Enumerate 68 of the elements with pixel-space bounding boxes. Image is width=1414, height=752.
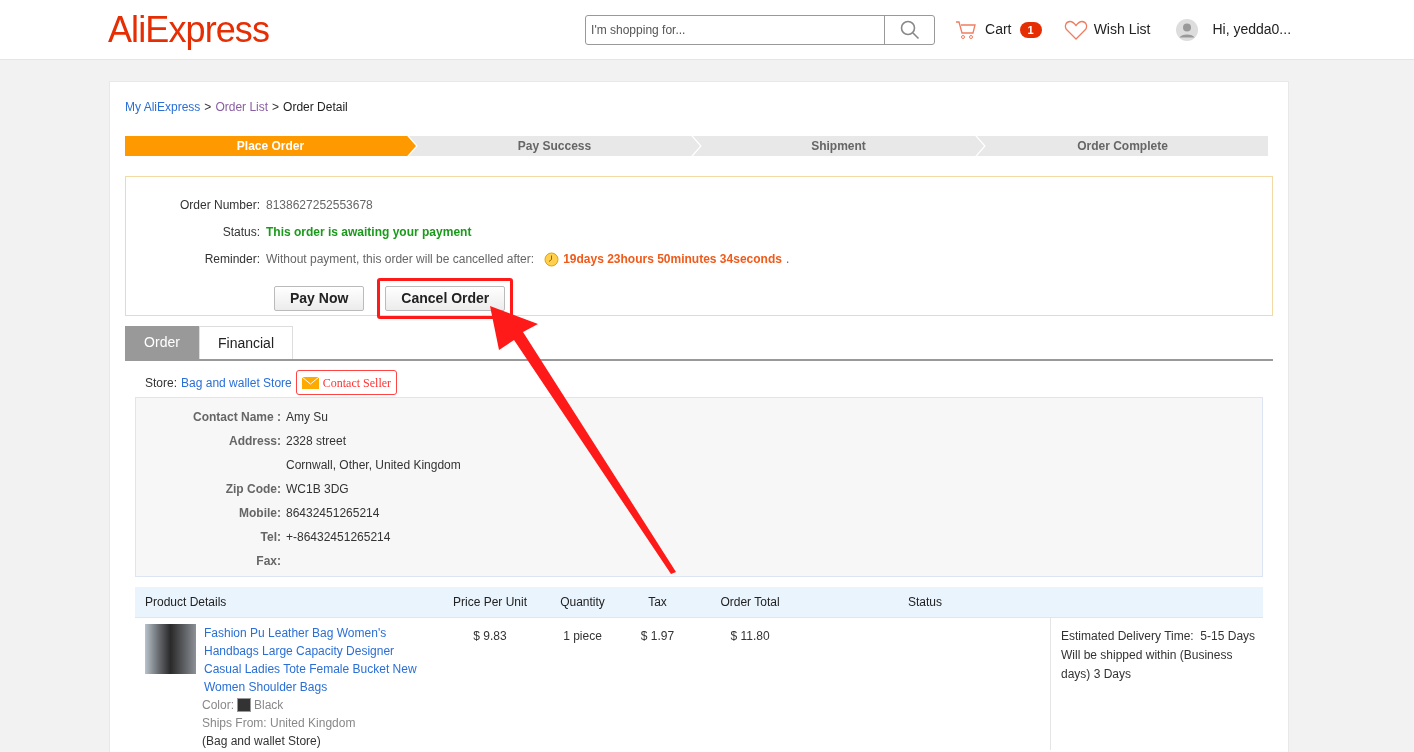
order-action-button[interactable]: Pay Now [274,286,365,311]
column-header: Tax [647,594,668,611]
progress-step: Place Order [125,136,416,156]
breadcrumb-separator: > [272,99,280,116]
breadcrumb-separator: > [204,99,212,116]
color-swatch-photo [237,698,251,712]
contact-field-label: Fax: [255,553,281,570]
unit-price: $ 9.83 [472,628,508,645]
search-icon [899,19,920,40]
wish-list-link[interactable]: Wish List [1063,18,1151,41]
search-input[interactable]: I'm shopping for... [586,15,885,44]
reminder-text: Without payment, this order will be cancelled after: [266,251,535,268]
order-total-cell-text: $ 11.80 [729,628,771,645]
contact-seller-button[interactable]: Contact Seller [295,370,398,395]
aliexpress-logo[interactable]: AliExpress [108,11,270,48]
cart-icon [955,19,978,40]
tax-cell-text: $ 1.97 [639,628,676,645]
contact-field-label: Tel: [259,529,281,546]
order-action-button[interactable]: Cancel Order [385,286,506,311]
shipping-time-text: Will be shipped within (Business days) 3 Days [1061,647,1234,683]
contact-field-label: Address: [228,433,281,450]
column-header: Product Details [144,594,228,611]
clock-icon [544,251,560,267]
color-value: Black [254,697,284,714]
product-title-link[interactable]: Fashion Pu Leather Bag Women's Handbags Large Capacity Designer Casual Ladies Tote Female Bucket New Women Shoulder Bags [204,624,419,696]
user-menu[interactable]: Hi, yedda0... [1176,18,1292,41]
search-field[interactable]: I'm shopping for... [585,14,936,45]
avatar-icon [1176,18,1199,41]
order-number: 8138627252553678 [266,197,374,214]
contact-field-value: 86432451265214 [286,505,381,522]
cart-link[interactable]: Cart 1 [955,19,1042,40]
quantity-cell-text: 1 piece [562,628,603,645]
cart-label: Cart [985,20,1012,39]
envelope-icon [301,376,319,389]
photo-placeholder [145,624,196,674]
contact-field-value: 2328 street [286,433,348,450]
store-label: Store: [145,374,177,392]
section-tab[interactable]: Financial [199,326,293,359]
contact-field-label: Zip Code: [224,481,281,498]
progress-step: Order Complete [977,136,1268,156]
countdown-timer: 19days 23hours 50minutes 34seconds [563,251,782,268]
column-header: Price Per Unit [452,594,528,611]
column-header: Order Total [719,594,781,611]
delivery-time-text: Estimated Delivery Time: 5-15 Days [1061,628,1257,645]
order-status: This order is awaiting your payment [266,224,473,241]
column-header: Quantity [559,594,606,611]
contact-field-value: Cornwall, Other, United Kingdom [286,457,462,474]
color-label: Color: [202,697,234,714]
progress-step: Shipment [693,136,984,156]
section-tab[interactable]: Order [125,326,199,359]
contact-field-value: +-86432451265214 [286,529,392,546]
breadcrumb-link[interactable]: Order List [215,98,269,116]
contact-field-value: Amy Su [286,409,329,426]
heart-icon [1063,18,1088,41]
contact-field-label: Mobile: [238,505,281,522]
progress-step: Pay Success [409,136,700,156]
field-label: Order Number: [178,197,260,214]
column-header: Status [907,594,943,611]
ships-from-text: Ships From: United Kingdom [202,715,357,732]
field-label: Reminder: [203,251,260,268]
field-label: Status: [221,224,260,241]
breadcrumb-link[interactable]: My AliExpress [125,98,201,116]
store-link[interactable]: Bag and wallet Store [181,373,292,392]
countdown-period: . [785,251,790,268]
cart-count-badge: 1 [1019,21,1042,38]
store-name-text: (Bag and wallet Store) [202,733,322,750]
contact-field-label: Contact Name : [192,409,281,426]
contact-field-value: WC1B 3DG [286,481,350,498]
